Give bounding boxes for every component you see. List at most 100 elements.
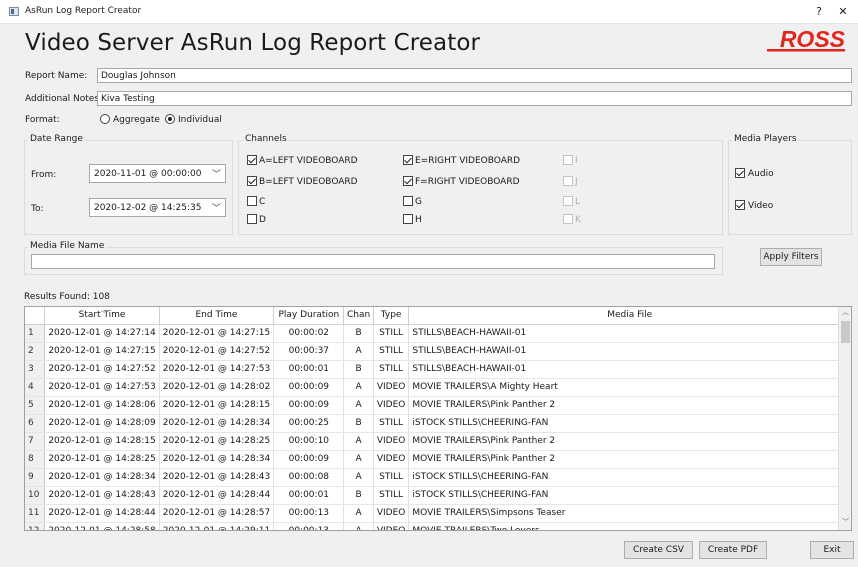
channel-k-checkbox — [563, 214, 573, 224]
scroll-down-icon[interactable]: ﹀ — [839, 517, 852, 527]
table-cell: 2020-12-01 @ 14:28:44 — [159, 486, 275, 505]
table-cell: 00:00:13 — [273, 504, 345, 523]
table-cell: 2020-12-01 @ 14:28:15 — [159, 396, 275, 415]
table-cell: 00:00:08 — [273, 468, 345, 487]
channel-e-checkbox[interactable] — [403, 155, 413, 165]
channel-g-label[interactable]: G — [415, 197, 422, 207]
format-aggregate-radio[interactable] — [100, 114, 110, 124]
channel-g-checkbox[interactable] — [403, 196, 413, 206]
media-players-title: Media Players — [732, 134, 799, 144]
channel-b-checkbox[interactable] — [247, 176, 257, 186]
table-cell: 2020-12-01 @ 14:28:15 — [44, 432, 160, 451]
channel-h-checkbox[interactable] — [403, 214, 413, 224]
corner-header[interactable] — [25, 307, 46, 325]
table-row[interactable]: 5 2020-12-01 @ 14:28:06 2020-12-01 @ 14:28… — [25, 396, 851, 415]
scroll-up-icon[interactable]: ︿ — [839, 307, 852, 317]
table-cell: MOVIE TRAILERS\Two Lovers — [408, 522, 851, 530]
table-cell: VIDEO — [373, 432, 410, 451]
table-row[interactable]: 4 2020-12-01 @ 14:27:53 2020-12-01 @ 14:28… — [25, 378, 851, 397]
table-cell: STILL — [373, 414, 410, 433]
channel-h-label[interactable]: H — [415, 215, 422, 225]
channel-f-label[interactable]: F=RIGHT VIDEOBOARD — [415, 177, 520, 187]
table-row[interactable]: 12 2020-12-01 @ 14:28:58 2020-12-01 @ 14:2… — [25, 522, 851, 530]
table-cell: 2020-12-01 @ 14:28:44 — [44, 504, 160, 523]
channel-d-label[interactable]: D — [259, 215, 266, 225]
column-header-media-file[interactable]: Media File — [408, 307, 851, 325]
channel-c-checkbox[interactable] — [247, 196, 257, 206]
to-date-picker[interactable]: 2020-12-02 @ 14:25:35 ﹀ — [89, 198, 226, 217]
additional-notes-input[interactable]: Kiva Testing — [97, 91, 852, 106]
from-label: From: — [31, 170, 57, 180]
sort-up-icon: ︿ — [99, 308, 106, 315]
date-range-title: Date Range — [28, 134, 85, 144]
channel-e-label[interactable]: E=RIGHT VIDEOBOARD — [415, 156, 520, 166]
table-row[interactable]: 2 2020-12-01 @ 14:27:15 2020-12-01 @ 14:27… — [25, 342, 851, 361]
table-cell: B — [343, 324, 374, 343]
format-individual-radio[interactable] — [165, 114, 175, 124]
window-titlebar[interactable]: AsRun Log Report Creator ? ✕ — [0, 0, 858, 24]
create-csv-button[interactable]: Create CSV — [624, 541, 693, 559]
close-button[interactable]: ✕ — [834, 3, 852, 21]
exit-button[interactable]: Exit — [810, 541, 854, 559]
results-scrollbar[interactable]: ︿ ﹀ — [838, 307, 851, 530]
table-cell: 00:00:13 — [273, 522, 345, 530]
column-header-start-time[interactable]: ︿ Start Time — [44, 307, 160, 325]
video-label[interactable]: Video — [748, 201, 773, 211]
from-date-picker[interactable]: 2020-11-01 @ 00:00:00 ﹀ — [89, 164, 226, 183]
channel-b-label[interactable]: B=LEFT VIDEOBOARD — [259, 177, 358, 187]
format-aggregate-label[interactable]: Aggregate — [113, 115, 160, 125]
apply-filters-button[interactable]: Apply Filters — [760, 248, 822, 266]
audio-label[interactable]: Audio — [748, 169, 774, 179]
table-cell: 00:00:37 — [273, 342, 345, 361]
table-cell: iSTOCK STILLS\CHEERING-FAN — [408, 486, 851, 505]
report-name-label: Report Name: — [25, 71, 88, 81]
help-button[interactable]: ? — [810, 3, 828, 21]
row-number: 7 — [25, 432, 46, 451]
table-row[interactable]: 1 2020-12-01 @ 14:27:14 2020-12-01 @ 14:27… — [25, 324, 851, 343]
table-cell: STILL — [373, 360, 410, 379]
table-cell: 2020-12-01 @ 14:28:34 — [159, 414, 275, 433]
media-file-input[interactable] — [31, 254, 715, 269]
table-cell: 00:00:01 — [273, 360, 345, 379]
table-cell: 2020-12-01 @ 14:28:43 — [44, 486, 160, 505]
column-header-type[interactable]: Type — [373, 307, 410, 325]
table-cell: 2020-12-01 @ 14:27:53 — [44, 378, 160, 397]
row-number: 8 — [25, 450, 46, 469]
table-row[interactable]: 10 2020-12-01 @ 14:28:43 2020-12-01 @ 14:2… — [25, 486, 851, 505]
channel-k-label: K — [575, 215, 581, 225]
table-row[interactable]: 7 2020-12-01 @ 14:28:15 2020-12-01 @ 14:28… — [25, 432, 851, 451]
table-cell: VIDEO — [373, 396, 410, 415]
column-header-chan[interactable]: Chan — [343, 307, 374, 325]
table-cell: MOVIE TRAILERS\Pink Panther 2 — [408, 432, 851, 451]
video-checkbox[interactable] — [735, 200, 745, 210]
table-row[interactable]: 11 2020-12-01 @ 14:28:44 2020-12-01 @ 14:2… — [25, 504, 851, 523]
column-header-play-duration[interactable]: Play Duration — [273, 307, 345, 325]
table-cell: 2020-12-01 @ 14:27:15 — [159, 324, 275, 343]
table-row[interactable]: 6 2020-12-01 @ 14:28:09 2020-12-01 @ 14:28… — [25, 414, 851, 433]
to-label: To: — [31, 204, 44, 214]
audio-checkbox[interactable] — [735, 168, 745, 178]
scrollbar-thumb[interactable] — [841, 321, 850, 343]
channel-a-label[interactable]: A=LEFT VIDEOBOARD — [259, 156, 358, 166]
create-pdf-button[interactable]: Create PDF — [699, 541, 767, 559]
channel-d-checkbox[interactable] — [247, 214, 257, 224]
table-row[interactable]: 3 2020-12-01 @ 14:27:52 2020-12-01 @ 14:27… — [25, 360, 851, 379]
channel-l-checkbox — [563, 196, 573, 206]
format-individual-label[interactable]: Individual — [178, 115, 222, 125]
row-number: 2 — [25, 342, 46, 361]
channel-j-label: J — [575, 177, 578, 187]
channel-c-label[interactable]: C — [259, 197, 265, 207]
channel-a-checkbox[interactable] — [247, 155, 257, 165]
table-cell: B — [343, 360, 374, 379]
results-table[interactable]: ︿ Start Time End Time Play Duration Chan … — [24, 306, 852, 531]
table-cell: 2020-12-01 @ 14:27:53 — [159, 360, 275, 379]
table-cell: 00:00:09 — [273, 396, 345, 415]
channel-f-checkbox[interactable] — [403, 176, 413, 186]
report-name-input[interactable]: Douglas Johnson — [97, 68, 852, 83]
row-number: 1 — [25, 324, 46, 343]
table-cell: STILLS\BEACH-HAWAII-01 — [408, 342, 851, 361]
column-header-end-time[interactable]: End Time — [159, 307, 275, 325]
table-row[interactable]: 9 2020-12-01 @ 14:28:34 2020-12-01 @ 14:28… — [25, 468, 851, 487]
table-row[interactable]: 8 2020-12-01 @ 14:28:25 2020-12-01 @ 14:28… — [25, 450, 851, 469]
app-icon — [9, 7, 19, 16]
